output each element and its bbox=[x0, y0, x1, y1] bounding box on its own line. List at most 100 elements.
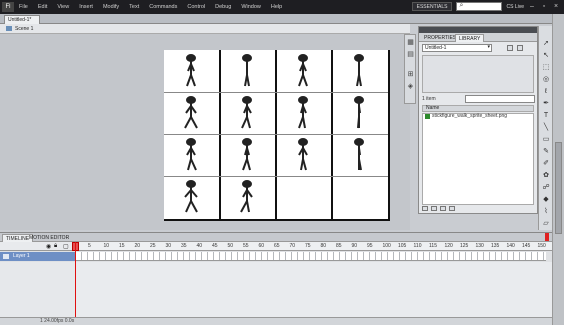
bitmap-icon bbox=[425, 114, 430, 119]
tab-library[interactable]: LIBRARY bbox=[455, 34, 485, 42]
layer-header: ◉ 🔒︎ ▢ bbox=[0, 242, 76, 251]
layer-frames[interactable] bbox=[76, 252, 546, 261]
bone-tool-icon[interactable]: ☍ bbox=[542, 184, 550, 192]
stick-figure-frame bbox=[242, 138, 252, 171]
brush-tool-icon[interactable]: ✐ bbox=[542, 160, 550, 168]
pen-tool-icon[interactable]: ✒ bbox=[542, 100, 550, 108]
library-item[interactable]: stickfigure_walk_sprite_sheet.png bbox=[422, 113, 534, 120]
ruler-tick-label: 90 bbox=[351, 243, 358, 249]
stage-canvas[interactable] bbox=[164, 50, 390, 221]
ruler-tick-label: 55 bbox=[243, 243, 249, 249]
stick-figure-frame bbox=[242, 54, 252, 87]
eye-icon[interactable]: ◉ bbox=[46, 243, 51, 250]
selection-tool-icon[interactable]: ➚ bbox=[542, 40, 550, 48]
library-preview-pane bbox=[422, 55, 534, 93]
layer-row[interactable]: Layer 1 bbox=[0, 252, 76, 261]
minimize-icon[interactable]: – bbox=[528, 3, 536, 11]
stick-figure-frame bbox=[241, 96, 252, 129]
timeline-panel: TIMELINE MOTION EDITOR ◉ 🔒︎ ▢ 5 10 15 20 25 3… bbox=[0, 232, 552, 325]
document-tabs: Untitled-1* bbox=[0, 14, 564, 24]
text-tool-icon[interactable]: T bbox=[542, 112, 550, 120]
library-footer-buttons bbox=[422, 206, 455, 211]
ruler-tick-label: 150 bbox=[537, 243, 546, 249]
lock-icon[interactable]: 🔒︎ bbox=[54, 243, 57, 250]
menu-control[interactable]: Control bbox=[182, 4, 210, 10]
new-folder-icon[interactable] bbox=[431, 206, 437, 211]
deco-tool-icon[interactable]: ✿ bbox=[542, 172, 550, 180]
line-tool-icon[interactable]: ╲ bbox=[542, 124, 550, 132]
new-symbol-icon[interactable] bbox=[422, 206, 428, 211]
tab-motion-editor[interactable]: MOTION EDITOR bbox=[26, 234, 72, 242]
timeline-status: 1 24.00fps 0.0s bbox=[40, 318, 75, 324]
frames-area[interactable] bbox=[76, 262, 552, 318]
sprite-row-divider bbox=[164, 134, 388, 135]
ruler-tick-label: 130 bbox=[475, 243, 484, 249]
scrollbar-thumb[interactable] bbox=[555, 142, 562, 234]
rectangle-tool-icon[interactable]: ▭ bbox=[542, 136, 550, 144]
sprite-row-divider bbox=[164, 176, 388, 177]
align-panel-icon[interactable]: ⊞ bbox=[407, 71, 414, 78]
new-library-panel-icon[interactable] bbox=[517, 45, 523, 51]
eyedropper-tool-icon[interactable]: ⌇ bbox=[542, 208, 550, 216]
menu-view[interactable]: View bbox=[52, 4, 74, 10]
menubar-right-controls: ESSENTIALS CS Live – ▫ × bbox=[411, 2, 560, 11]
pencil-tool-icon[interactable]: ✎ bbox=[542, 148, 550, 156]
ruler-tick-label: 125 bbox=[460, 243, 469, 249]
menu-commands[interactable]: Commands bbox=[144, 4, 182, 10]
library-panel: PROPERTIES LIBRARY Untitled-1 1 item Nam… bbox=[418, 26, 538, 214]
menu-help[interactable]: Help bbox=[266, 4, 287, 10]
subselection-tool-icon[interactable]: ↖ bbox=[542, 52, 550, 60]
lasso-tool-icon[interactable]: ℓ bbox=[542, 88, 550, 96]
ruler-tick-label: 140 bbox=[506, 243, 515, 249]
layer-list-area bbox=[0, 262, 76, 318]
library-column-header[interactable]: Name bbox=[422, 105, 534, 112]
eraser-tool-icon[interactable]: ▱ bbox=[542, 220, 550, 228]
menu-debug[interactable]: Debug bbox=[210, 4, 236, 10]
help-search-input[interactable] bbox=[456, 2, 503, 11]
stage-area[interactable] bbox=[0, 34, 410, 230]
ruler-tick-label: 45 bbox=[212, 243, 218, 249]
stick-figure-frame bbox=[298, 138, 308, 171]
stick-figure-frame bbox=[240, 180, 253, 213]
menu-modify[interactable]: Modify bbox=[98, 4, 124, 10]
right-scrollbar[interactable] bbox=[552, 14, 564, 325]
delete-icon[interactable] bbox=[449, 206, 455, 211]
workspace-switcher[interactable]: ESSENTIALS bbox=[411, 2, 453, 11]
stick-figure-frame bbox=[186, 54, 196, 87]
menu-bar: Fl File Edit View Insert Modify Text Com… bbox=[0, 0, 564, 14]
timeline-tabs: TIMELINE MOTION EDITOR bbox=[0, 233, 552, 242]
pin-icon[interactable] bbox=[507, 45, 513, 51]
layer-name: Layer 1 bbox=[13, 253, 30, 259]
tab-properties[interactable]: PROPERTIES bbox=[421, 34, 459, 42]
menu-edit[interactable]: Edit bbox=[33, 4, 52, 10]
menu-file[interactable]: File bbox=[14, 4, 33, 10]
ruler-tick-label: 95 bbox=[367, 243, 373, 249]
document-tab[interactable]: Untitled-1* bbox=[4, 15, 40, 24]
menu-insert[interactable]: Insert bbox=[74, 4, 98, 10]
flash-app-window: Fl File Edit View Insert Modify Text Com… bbox=[0, 0, 564, 325]
timeline-end-marker bbox=[545, 233, 549, 241]
cs-live-button[interactable]: CS Live bbox=[506, 4, 524, 10]
3d-rotation-tool-icon[interactable]: ◎ bbox=[542, 76, 550, 84]
close-icon[interactable]: × bbox=[552, 3, 560, 11]
maximize-icon[interactable]: ▫ bbox=[540, 3, 548, 11]
frame-ruler[interactable]: 5 10 15 20 25 30 35 40 45 50 55 60 65 70 75 80 85 90 95 100… bbox=[76, 242, 552, 251]
menu-text[interactable]: Text bbox=[124, 4, 144, 10]
library-search-input[interactable] bbox=[465, 95, 535, 103]
ruler-tick-label: 15 bbox=[119, 243, 125, 249]
color-panel-icon[interactable]: ▦ bbox=[407, 39, 414, 46]
stick-figure-frame bbox=[184, 180, 198, 213]
library-document-select[interactable]: Untitled-1 bbox=[422, 44, 492, 52]
transform-panel-icon[interactable]: ◈ bbox=[407, 83, 414, 90]
swatches-panel-icon[interactable]: ▤ bbox=[407, 51, 414, 58]
properties-icon[interactable] bbox=[440, 206, 446, 211]
outline-icon[interactable]: ▢ bbox=[63, 243, 69, 250]
playhead-line bbox=[75, 242, 76, 322]
paint-bucket-tool-icon[interactable]: ◆ bbox=[542, 196, 550, 204]
ruler-tick-label: 145 bbox=[522, 243, 531, 249]
ruler-tick-label: 80 bbox=[320, 243, 327, 249]
stick-figure-frame bbox=[354, 96, 364, 129]
menu-window[interactable]: Window bbox=[236, 4, 266, 10]
scene-label[interactable]: Scene 1 bbox=[15, 26, 33, 32]
free-transform-tool-icon[interactable]: ⬚ bbox=[542, 64, 550, 72]
